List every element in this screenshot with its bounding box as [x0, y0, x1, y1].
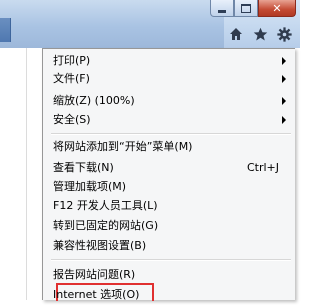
menu-item-pinned-sites[interactable]: 转到已固定的网站(G) [53, 216, 289, 236]
favorites-star-icon [253, 27, 267, 40]
home-icon [230, 28, 242, 40]
menu-item-dev-tools[interactable]: F12 开发人员工具(L) [53, 196, 289, 216]
toolbar-icons [228, 26, 292, 42]
menu-item-print[interactable]: 打印(P) [53, 51, 289, 71]
menu-item-manage-addons[interactable]: 管理加载项(M) [53, 177, 289, 197]
menu-item-label: 将网站添加到“开始”菜单(M) [53, 140, 193, 153]
minimize-icon [218, 10, 226, 13]
close-icon: ✕ [272, 1, 282, 15]
submenu-arrow-icon [282, 97, 286, 105]
menu-item-report-problem[interactable]: 报告网站问题(R) [53, 265, 289, 285]
menu-item-view-downloads[interactable]: 查看下载(N) Ctrl+J [53, 158, 289, 178]
submenu-arrow-icon [282, 75, 286, 83]
submenu-arrow-icon [282, 57, 286, 65]
submenu-arrow-icon [282, 116, 286, 124]
maximize-icon [241, 3, 251, 13]
menu-item-label: 管理加载项(M) [53, 180, 127, 193]
menu-item-label: 安全(S) [53, 113, 91, 126]
menu-item-compat-view[interactable]: 兼容性视图设置(B) [53, 236, 289, 256]
favorites-button[interactable] [252, 26, 268, 42]
menu-item-label: F12 开发人员工具(L) [53, 199, 158, 212]
menu-item-file[interactable]: 文件(F) [53, 69, 289, 89]
menu-item-add-to-start[interactable]: 将网站添加到“开始”菜单(M) [53, 137, 289, 157]
menu-separator [51, 133, 291, 135]
menu-item-zoom[interactable]: 缩放(Z) (100%) [53, 91, 289, 111]
menu-item-shortcut: Ctrl+J [246, 161, 279, 174]
tools-dropdown-menu: 打印(P) 文件(F) 缩放(Z) (100%) 安全(S) 将网站添加到“开始… [42, 48, 295, 301]
page-content-area [0, 48, 27, 300]
home-button[interactable] [228, 26, 244, 42]
minimize-button[interactable] [210, 0, 234, 17]
caption-buttons: ✕ [210, 0, 296, 18]
menu-item-internet-options[interactable]: Internet 选项(O) [53, 283, 289, 305]
menu-item-label: 缩放(Z) (100%) [53, 94, 135, 107]
menu-item-label: 转到已固定的网站(G) [53, 219, 159, 232]
menu-item-label: 打印(P) [53, 54, 91, 67]
close-button[interactable]: ✕ [258, 0, 296, 17]
menu-item-label: Internet 选项(O) [53, 288, 140, 301]
menu-item-safety[interactable]: 安全(S) [53, 110, 289, 130]
menu-item-label: 兼容性视图设置(B) [53, 239, 147, 252]
menu-gutter [43, 49, 51, 300]
menu-separator [51, 259, 291, 261]
menu-item-label: 报告网站问题(R) [53, 268, 136, 281]
menu-item-label: 查看下载(N) [53, 161, 114, 174]
menu-item-label: 文件(F) [53, 72, 90, 85]
tab-strip-edge [0, 18, 11, 42]
tools-gear-icon [276, 26, 292, 42]
tools-button[interactable] [276, 26, 292, 42]
maximize-button[interactable] [234, 0, 258, 17]
